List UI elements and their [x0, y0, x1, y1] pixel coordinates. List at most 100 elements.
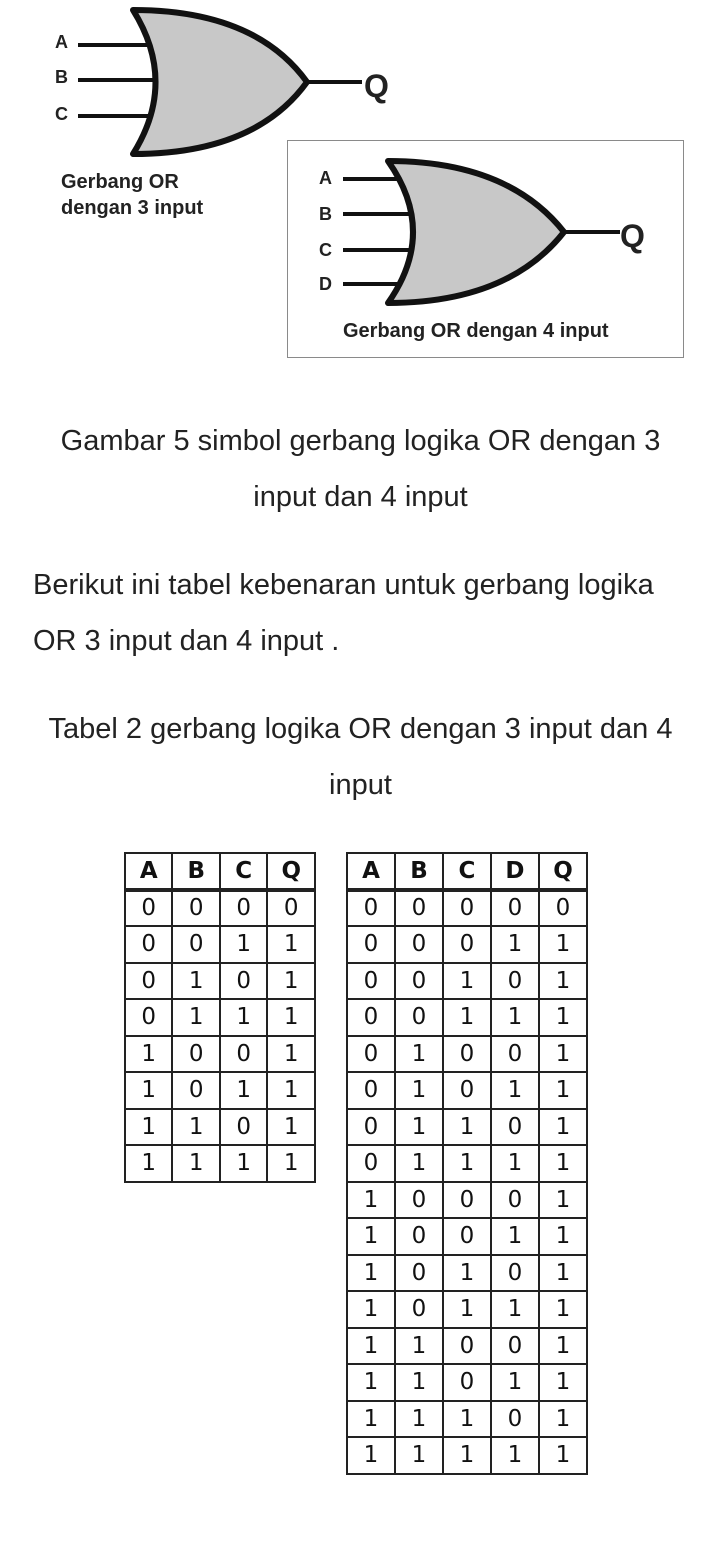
table-cell: 0 [218, 1034, 269, 1073]
table-cell: 1 [537, 1217, 589, 1256]
table-cell: 1 [489, 1363, 540, 1402]
table-cell: 1 [441, 961, 492, 1000]
table-cell: 1 [441, 1290, 492, 1329]
table-cell: 1 [537, 1107, 589, 1146]
truth-table-4-input: ABCDQ00000000110010100111010010101101101… [346, 852, 589, 1475]
table-cell: 0 [441, 887, 492, 927]
table-row: 10111 [346, 1290, 589, 1329]
table-cell: 1 [537, 1071, 589, 1110]
table-cell: 0 [489, 1253, 540, 1292]
table-row: 01111 [346, 1144, 589, 1183]
table-cell: 0 [123, 925, 174, 964]
table-cell: 0 [171, 1034, 221, 1073]
table-cell: 1 [393, 1144, 444, 1183]
table-cell: 1 [537, 1363, 589, 1402]
gate3-caption-line2: dengan 3 input [61, 197, 204, 219]
gate3-input-a: A [55, 32, 68, 52]
table-cell: 0 [346, 1034, 396, 1073]
table-cell: 0 [123, 887, 174, 927]
table-cell: 1 [393, 1107, 444, 1146]
gate3-input-c: C [55, 104, 68, 124]
table-cell: 0 [489, 1326, 540, 1365]
table-cell: 1 [218, 998, 269, 1037]
table-cell: 0 [441, 1217, 492, 1256]
table-cell: 0 [393, 1217, 444, 1256]
table-cell: 1 [537, 1253, 589, 1292]
table-cell: 0 [537, 887, 589, 927]
table-cell: 0 [123, 998, 174, 1037]
table-cell: 0 [441, 1071, 492, 1110]
table-cell: 1 [346, 1217, 396, 1256]
table-cell: 1 [489, 1290, 540, 1329]
table-row: 00000 [346, 887, 589, 927]
header-cell: A [346, 852, 396, 891]
table-cell: 0 [171, 1071, 221, 1110]
table-cell: 0 [393, 961, 444, 1000]
table-cell: 0 [346, 1071, 396, 1110]
table-cell: 0 [441, 925, 492, 964]
table-cell: 1 [218, 1144, 269, 1183]
table-cell: 1 [218, 925, 269, 964]
table-cell: 0 [441, 1363, 492, 1402]
table-cell: 1 [393, 1071, 444, 1110]
table-cell: 0 [218, 961, 269, 1000]
table-cell: 1 [489, 1436, 540, 1475]
table-cell: 0 [489, 887, 540, 927]
table-cell: 1 [346, 1290, 396, 1329]
header-cell: D [489, 852, 540, 891]
table-cell: 0 [393, 1180, 444, 1219]
table-cell: 1 [537, 1326, 589, 1365]
table-cell: 1 [346, 1326, 396, 1365]
table-cell: 1 [171, 1144, 221, 1183]
table-cell: 1 [346, 1253, 396, 1292]
table-cell: 1 [123, 1034, 174, 1073]
table-cell: 1 [441, 1253, 492, 1292]
table-cell: 1 [489, 1144, 540, 1183]
table-cell: 0 [346, 887, 396, 927]
table-row: 1011 [123, 1071, 316, 1110]
header-cell: B [171, 852, 221, 891]
header-cell: B [393, 852, 444, 891]
table-cell: 1 [489, 998, 540, 1037]
table-cell: 1 [266, 1107, 316, 1146]
header-cell: C [441, 852, 492, 891]
table-cell: 1 [171, 998, 221, 1037]
table-cell: 0 [346, 925, 396, 964]
table-header-row: ABCQ [123, 852, 316, 891]
table-row: 0111 [123, 998, 316, 1037]
table-cell: 1 [537, 1290, 589, 1329]
table-cell: 1 [393, 1436, 444, 1475]
table-cell: 0 [171, 925, 221, 964]
table-cell: 1 [393, 1326, 444, 1365]
figure-caption: Gambar 5 simbol gerbang logika OR dengan… [60, 425, 661, 513]
table-cell: 0 [489, 1180, 540, 1219]
table-cell: 1 [346, 1399, 396, 1438]
table-cell: 1 [537, 1180, 589, 1219]
table-cell: 0 [346, 961, 396, 1000]
table-row: 0000 [123, 887, 316, 927]
table-cell: 0 [441, 1034, 492, 1073]
table-header-row: ABCDQ [346, 852, 589, 891]
table-cell: 1 [441, 998, 492, 1037]
table-cell: 1 [123, 1107, 174, 1146]
table-cell: 0 [393, 887, 444, 927]
table-cell: 0 [346, 1107, 396, 1146]
table-row: 11001 [346, 1326, 589, 1365]
table-cell: 0 [393, 925, 444, 964]
table-row: 0101 [123, 961, 316, 1000]
table-cell: 1 [393, 1399, 444, 1438]
table-cell: 0 [346, 1144, 396, 1183]
truth-table-3-input: ABCQ00000011010101111001101111011111 [123, 852, 316, 1183]
table-row: 10001 [346, 1180, 589, 1219]
table-row: 01001 [346, 1034, 589, 1073]
table-cell: 1 [123, 1071, 174, 1110]
gate3-input-b: B [55, 67, 68, 87]
table-cell: 0 [266, 887, 316, 927]
table-row: 00011 [346, 925, 589, 964]
table-cell: 1 [393, 1363, 444, 1402]
table-row: 1001 [123, 1034, 316, 1073]
table-row: 10011 [346, 1217, 589, 1256]
table-cell: 1 [537, 1436, 589, 1475]
table-cell: 0 [218, 887, 269, 927]
table-cell: 1 [346, 1180, 396, 1219]
